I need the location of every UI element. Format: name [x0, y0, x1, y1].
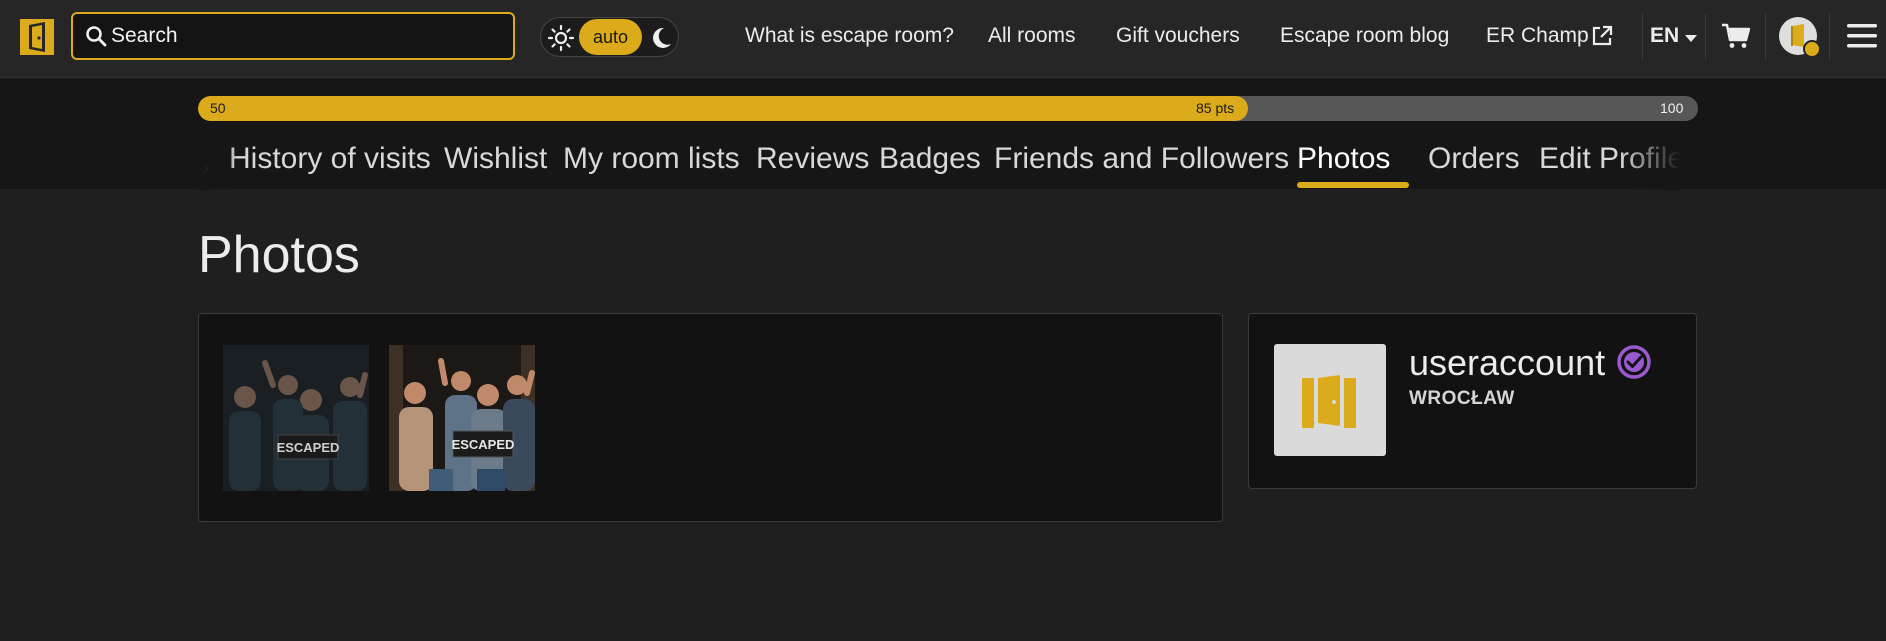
divider — [1765, 14, 1766, 60]
photo-sign-text: ESCAPED — [277, 440, 340, 455]
tab-history-of-visits[interactable]: History of visits — [229, 142, 431, 176]
theme-auto-button[interactable]: auto — [579, 19, 642, 55]
tab-photos[interactable]: Photos — [1297, 142, 1390, 176]
divider — [1829, 14, 1830, 60]
verified-badge-icon — [1617, 345, 1651, 379]
divider — [1642, 14, 1643, 60]
top-navbar: auto What is escape room? All rooms Gift… — [0, 0, 1886, 78]
progress-fill — [198, 96, 1248, 121]
profile-tabs: History of visits Wishlist My room lists… — [198, 140, 1680, 190]
chevron-down-icon[interactable] — [1685, 35, 1697, 42]
search-input[interactable] — [111, 20, 501, 52]
tabs-fade-right — [1620, 140, 1680, 190]
page-title: Photos — [198, 226, 360, 284]
external-link-icon — [1592, 25, 1613, 46]
hamburger-icon[interactable] — [1846, 21, 1878, 51]
tab-my-room-lists[interactable]: My room lists — [563, 142, 740, 176]
nav-all-rooms[interactable]: All rooms — [988, 24, 1076, 48]
door-logo-icon[interactable] — [18, 17, 56, 57]
language-selector[interactable]: EN — [1650, 24, 1679, 48]
user-avatar[interactable] — [1779, 17, 1821, 58]
theme-switcher[interactable]: auto — [540, 17, 679, 57]
nav-escape-room-blog[interactable]: Escape room blog — [1280, 24, 1449, 48]
progress-current-label: 85 pts — [1196, 100, 1235, 116]
search-icon — [86, 26, 107, 47]
divider — [1705, 14, 1706, 60]
profile-username: useraccount — [1409, 342, 1606, 383]
search-box[interactable] — [71, 12, 515, 60]
nav-gift-vouchers[interactable]: Gift vouchers — [1116, 24, 1240, 48]
cart-icon[interactable] — [1721, 22, 1751, 50]
tab-wishlist[interactable]: Wishlist — [444, 142, 547, 176]
nav-what-is-escape-room[interactable]: What is escape room? — [745, 24, 954, 48]
group-photo-image: ESCAPED — [389, 345, 535, 491]
status-dot — [1803, 40, 1821, 58]
profile-card: useraccount WROCŁAW — [1248, 313, 1697, 489]
nav-er-champ[interactable]: ER Champ — [1486, 24, 1589, 48]
photo-thumbnail[interactable]: ESCAPED — [223, 345, 369, 491]
photos-panel: ESCAPED ESCAPED — [198, 313, 1223, 522]
moon-icon[interactable] — [648, 25, 674, 51]
tabs-fade-left — [198, 140, 238, 190]
profile-city: WROCŁAW — [1409, 388, 1515, 409]
active-tab-indicator — [1297, 182, 1409, 188]
sun-icon[interactable] — [547, 24, 575, 52]
progress-min-label: 50 — [210, 100, 226, 116]
group-photo-image: ESCAPED — [223, 345, 369, 491]
tab-friends-and-followers[interactable]: Friends and Followers — [994, 142, 1289, 176]
photo-thumbnail[interactable]: ESCAPED — [389, 345, 535, 491]
profile-picture[interactable] — [1274, 344, 1386, 456]
door-logo-icon — [1302, 370, 1356, 432]
tab-orders[interactable]: Orders — [1428, 142, 1520, 176]
tab-badges[interactable]: Badges — [879, 142, 981, 176]
tab-reviews[interactable]: Reviews — [756, 142, 869, 176]
progress-max-label: 100 — [1660, 100, 1684, 116]
points-progress-bar: 50 85 pts 100 — [198, 96, 1698, 121]
photo-sign-text: ESCAPED — [452, 437, 515, 452]
